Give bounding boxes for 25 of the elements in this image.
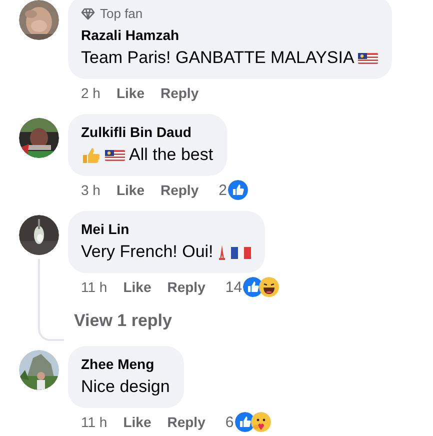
badge-label: Top fan — [100, 6, 143, 21]
timestamp[interactable]: 11 h — [81, 414, 108, 430]
comment-text: Team Paris! GANBATTE MALAYSIA — [81, 47, 354, 69]
author-name[interactable]: Mei Lin — [81, 218, 130, 240]
reply-button[interactable]: Reply — [160, 182, 199, 198]
like-button[interactable]: Like — [116, 182, 144, 198]
timestamp[interactable]: 3 h — [81, 182, 100, 198]
comment-text: Very French! Oui! — [81, 241, 214, 263]
reply-button[interactable]: Reply — [167, 414, 206, 430]
comment-text: All the best — [129, 144, 214, 166]
author-name[interactable]: Razali Hamzah — [81, 24, 180, 46]
like-button[interactable]: Like — [123, 414, 152, 430]
like-button[interactable]: Like — [116, 85, 144, 101]
timestamp[interactable]: 11 h — [81, 279, 108, 295]
view-replies-link[interactable]: View 1 reply — [74, 311, 172, 331]
reaction-count[interactable]: 2 — [218, 182, 227, 198]
timestamp[interactable]: 2 h — [81, 85, 100, 101]
reaction-count[interactable]: 14 — [225, 278, 242, 296]
author-name[interactable]: Zhee Meng — [81, 353, 154, 375]
reply-button[interactable]: Reply — [167, 279, 206, 295]
reaction-count[interactable]: 6 — [225, 414, 234, 430]
like-button[interactable]: Like — [123, 279, 152, 295]
comment-text: Nice design — [81, 376, 170, 398]
author-name[interactable]: Zulkifli Bin Daud — [81, 121, 192, 143]
reply-button[interactable]: Reply — [160, 85, 199, 101]
